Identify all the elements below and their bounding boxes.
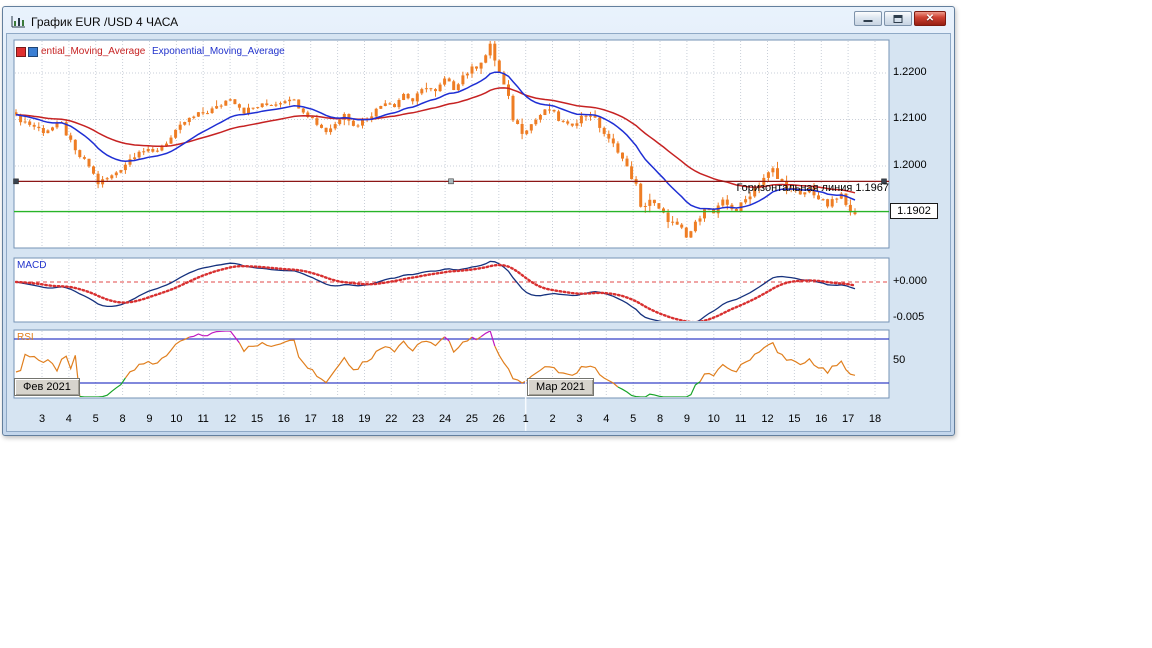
x-tick-label: 12 [761, 413, 773, 425]
month-badge-mar: Мар 2021 [527, 378, 594, 396]
x-tick-label: 3 [576, 413, 582, 425]
x-tick-label: 8 [120, 413, 126, 425]
macd-label[interactable]: MACD [17, 260, 46, 271]
x-tick-label: 9 [684, 413, 690, 425]
price-tick: 1.2000 [893, 159, 927, 171]
x-tick-label: 2 [549, 413, 555, 425]
x-tick-label: 16 [278, 413, 290, 425]
x-tick-label: 19 [358, 413, 370, 425]
rsi-tick-mid: 50 [893, 354, 905, 366]
current-price-badge: 1.1902 [890, 203, 938, 219]
legend-label-ema-red[interactable]: ential_Moving_Average [41, 46, 145, 57]
x-tick-label: 17 [842, 413, 854, 425]
x-tick-label: 16 [815, 413, 827, 425]
x-tick-label: 24 [439, 413, 451, 425]
x-tick-label: 15 [788, 413, 800, 425]
x-tick-label: 10 [170, 413, 182, 425]
price-tick: 1.2100 [893, 112, 927, 124]
x-tick-label: 17 [305, 413, 317, 425]
month-badge-feb: Фев 2021 [14, 378, 80, 396]
x-tick-label: 8 [657, 413, 663, 425]
x-tick-label: 25 [466, 413, 478, 425]
x-tick-label: 26 [493, 413, 505, 425]
x-tick-label: 22 [385, 413, 397, 425]
x-axis: 3458910111215161718192223242526123458910… [0, 413, 1152, 429]
macd-tick-zero: +0.000 [893, 275, 927, 287]
legend-label-ema-blue[interactable]: Exponential_Moving_Average [152, 46, 285, 57]
x-tick-label: 11 [198, 413, 209, 425]
macd-tick-neg: -0.005 [893, 311, 924, 323]
x-tick-label: 9 [146, 413, 152, 425]
legend-swatch-blue[interactable] [28, 47, 38, 57]
x-tick-label: 23 [412, 413, 424, 425]
x-tick-label: 18 [869, 413, 881, 425]
x-tick-label: 12 [224, 413, 236, 425]
x-tick-label: 1 [523, 413, 529, 425]
x-tick-label: 11 [735, 413, 746, 425]
price-tick: 1.2200 [893, 66, 927, 78]
x-tick-label: 10 [708, 413, 720, 425]
legend-swatch-red[interactable] [16, 47, 26, 57]
x-tick-label: 5 [630, 413, 636, 425]
horizontal-line-label: Горизонтальная линия 1.1967 [736, 182, 889, 194]
x-tick-label: 3 [39, 413, 45, 425]
chart-canvas[interactable] [0, 0, 1152, 648]
x-tick-label: 4 [66, 413, 72, 425]
x-tick-label: 5 [93, 413, 99, 425]
x-tick-label: 4 [603, 413, 609, 425]
rsi-label[interactable]: RSI [17, 332, 34, 343]
x-tick-label: 15 [251, 413, 263, 425]
x-tick-label: 18 [331, 413, 343, 425]
